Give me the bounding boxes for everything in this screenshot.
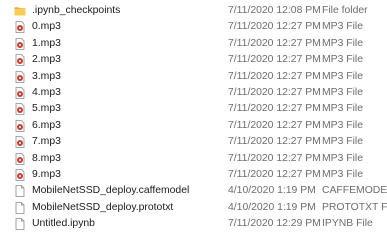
blank-file-icon: [14, 185, 26, 198]
file-row[interactable]: MobileNetSSD_deploy.caffemodel 4/10/2020…: [0, 183, 387, 199]
audio-file-icon: [14, 54, 26, 67]
file-date: 7/11/2020 12:29 PM: [228, 218, 321, 230]
audio-file-icon: [14, 136, 26, 149]
file-type: IPYNB File: [322, 218, 373, 230]
file-date: 4/10/2020 1:19 PM: [228, 201, 316, 213]
audio-file-icon: [14, 103, 26, 116]
file-date: 7/11/2020 12:27 PM: [228, 103, 321, 115]
file-name: MobileNetSSD_deploy.caffemodel: [32, 185, 190, 197]
file-name: 3.mp3: [32, 70, 61, 82]
file-name: .ipynb_checkpoints: [32, 5, 121, 16]
file-type: MP3 File: [322, 152, 363, 164]
file-date: 7/11/2020 12:27 PM: [228, 54, 321, 66]
file-row[interactable]: 0.mp3 7/11/2020 12:27 PM MP3 File: [0, 19, 387, 35]
file-name: 4.mp3: [32, 86, 61, 98]
file-row[interactable]: 6.mp3 7/11/2020 12:27 PM MP3 File: [0, 118, 387, 134]
file-row[interactable]: MobileNetSSD_deploy.prototxt 4/10/2020 1…: [0, 200, 387, 216]
file-row[interactable]: 1.mp3 7/11/2020 12:27 PM MP3 File: [0, 36, 387, 52]
file-name: MobileNetSSD_deploy.prototxt: [32, 201, 174, 213]
audio-file-icon: [14, 119, 26, 132]
file-date: 7/11/2020 12:27 PM: [228, 136, 321, 148]
file-date: 7/11/2020 12:27 PM: [228, 21, 321, 33]
file-date: 7/11/2020 12:27 PM: [228, 168, 321, 180]
file-list: .ipynb_checkpoints 7/11/2020 12:08 PM Fi…: [0, 3, 387, 232]
folder-icon: [14, 5, 26, 17]
file-row[interactable]: 8.mp3 7/11/2020 12:27 PM MP3 File: [0, 151, 387, 167]
blank-file-icon: [14, 201, 26, 214]
audio-file-icon: [14, 169, 26, 181]
file-date: 7/11/2020 12:27 PM: [228, 119, 321, 131]
file-date: 7/11/2020 12:27 PM: [228, 70, 321, 82]
file-row[interactable]: .ipynb_checkpoints 7/11/2020 12:08 PM Fi…: [0, 3, 387, 19]
file-date: 7/11/2020 12:27 PM: [228, 86, 321, 98]
file-row[interactable]: 2.mp3 7/11/2020 12:27 PM MP3 File: [0, 52, 387, 68]
file-row[interactable]: Untitled.ipynb 7/11/2020 12:29 PM IPYNB …: [0, 216, 387, 232]
file-type: MP3 File: [322, 136, 363, 148]
audio-file-icon: [14, 37, 26, 50]
file-type: MP3 File: [322, 37, 363, 49]
file-row[interactable]: 3.mp3 7/11/2020 12:27 PM MP3 File: [0, 69, 387, 85]
file-name: 7.mp3: [32, 136, 61, 148]
file-type: MP3 File: [322, 21, 363, 33]
file-type: File folder: [322, 5, 368, 16]
file-name: 2.mp3: [32, 54, 61, 66]
file-type: MP3 File: [322, 86, 363, 98]
file-type: MP3 File: [322, 119, 363, 131]
file-type: MP3 File: [322, 103, 363, 115]
file-type: MP3 File: [322, 168, 363, 180]
audio-file-icon: [14, 70, 26, 83]
file-name: 0.mp3: [32, 21, 61, 33]
audio-file-icon: [14, 21, 26, 34]
file-row[interactable]: 4.mp3 7/11/2020 12:27 PM MP3 File: [0, 85, 387, 101]
file-name: 1.mp3: [32, 37, 61, 49]
audio-file-icon: [14, 87, 26, 99]
file-type: MP3 File: [322, 54, 363, 66]
file-name: 9.mp3: [32, 168, 61, 180]
file-date: 7/11/2020 12:27 PM: [228, 152, 321, 164]
file-row[interactable]: 9.mp3 7/11/2020 12:27 PM MP3 File: [0, 167, 387, 183]
file-name: 5.mp3: [32, 103, 61, 115]
file-type: CAFFEMODEL: [322, 185, 387, 197]
blank-file-icon: [14, 218, 26, 230]
file-row[interactable]: 7.mp3 7/11/2020 12:27 PM MP3 File: [0, 134, 387, 150]
file-type: MP3 File: [322, 70, 363, 82]
audio-file-icon: [14, 152, 26, 165]
file-name: 6.mp3: [32, 119, 61, 131]
file-date: 7/11/2020 12:08 PM: [228, 5, 321, 16]
file-row[interactable]: 5.mp3 7/11/2020 12:27 PM MP3 File: [0, 101, 387, 117]
file-type: PROTOTXT File: [322, 201, 387, 213]
file-name: Untitled.ipynb: [32, 218, 95, 230]
file-date: 4/10/2020 1:19 PM: [228, 185, 316, 197]
file-name: 8.mp3: [32, 152, 61, 164]
file-date: 7/11/2020 12:27 PM: [228, 37, 321, 49]
